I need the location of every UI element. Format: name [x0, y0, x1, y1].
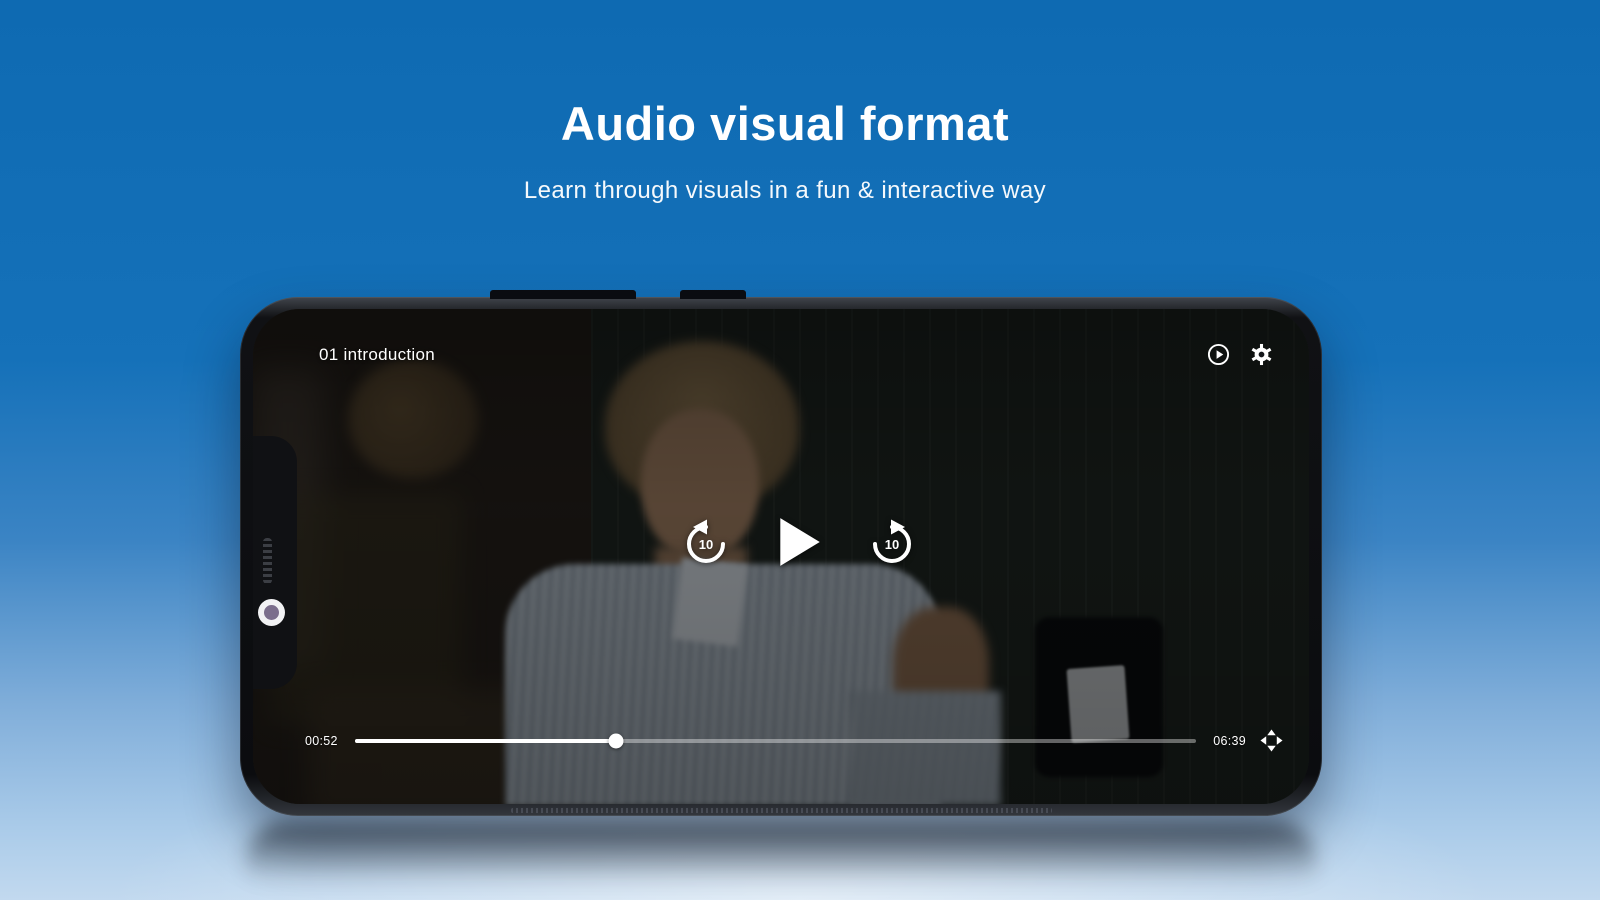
svg-text:10: 10 [885, 537, 899, 552]
playback-speed-icon[interactable] [1207, 343, 1230, 366]
video-title: 01 introduction [319, 344, 436, 364]
page-title: Audio visual format [560, 97, 1010, 150]
phone-screen: 01 introduction 10 10 00:52 06:39 [253, 309, 1309, 804]
power-button [680, 290, 746, 299]
progress-bar[interactable] [355, 733, 1196, 748]
progress-thumb[interactable] [608, 733, 624, 748]
fullscreen-move-icon[interactable] [1260, 729, 1283, 752]
page-subtitle: Learn through visuals in a fun & interac… [523, 177, 1047, 204]
duration: 06:39 [1213, 733, 1246, 748]
volume-button [490, 290, 636, 299]
current-time: 00:52 [305, 733, 338, 748]
hero-text: Audio visual format Learn through visual… [0, 96, 1570, 205]
phone-reflection [246, 822, 1316, 900]
rewind-10-icon[interactable]: 10 [682, 518, 730, 566]
play-icon[interactable] [774, 515, 824, 569]
bottom-speaker-grille [510, 808, 1052, 813]
video-player-ui: 01 introduction 10 10 00:52 06:39 [253, 309, 1309, 804]
svg-text:10: 10 [699, 537, 713, 552]
promo-screen: Audio visual format Learn through visual… [0, 0, 1600, 900]
phone-mockup: 01 introduction 10 10 00:52 06:39 [240, 290, 1322, 816]
progress-played [355, 738, 616, 743]
forward-10-icon[interactable]: 10 [868, 518, 916, 566]
settings-gear-icon[interactable] [1250, 343, 1273, 366]
